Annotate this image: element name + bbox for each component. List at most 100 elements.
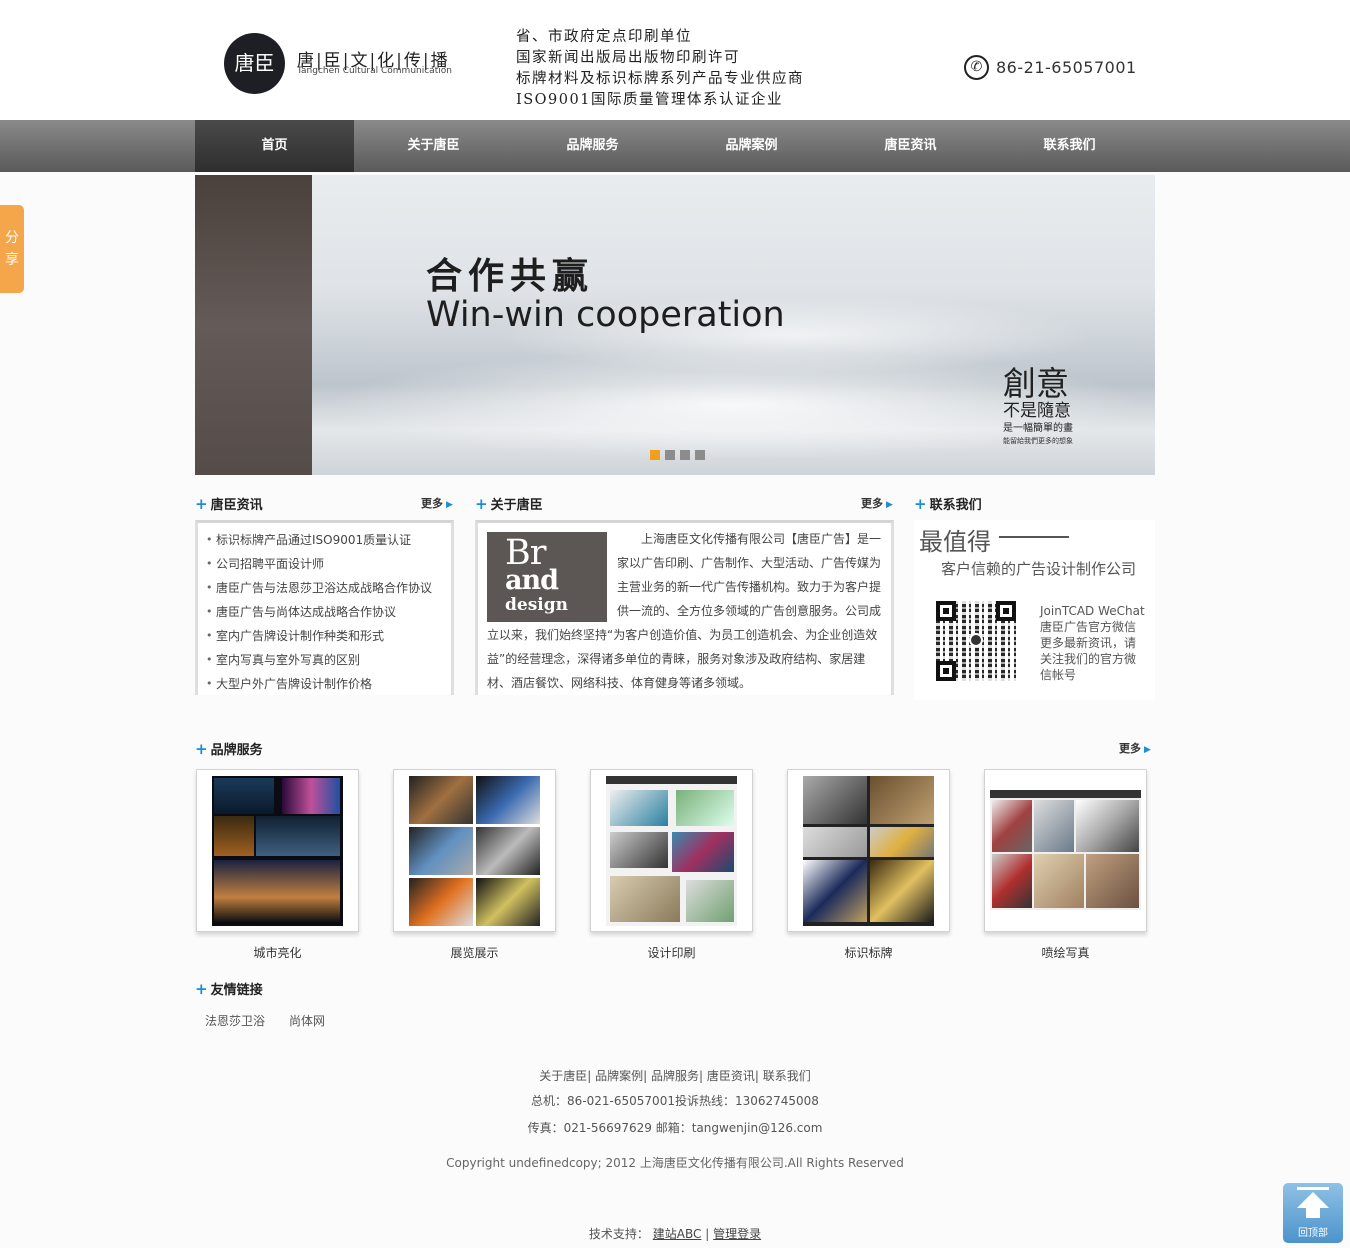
about-section-header: + 关于唐臣 更多 ▶ xyxy=(475,494,895,513)
friend-links-header: + 友情链接 xyxy=(195,979,395,998)
slide-dot[interactable] xyxy=(665,450,675,460)
arrow-up-icon xyxy=(1297,1187,1329,1190)
service-thumb-frame xyxy=(393,769,556,932)
qr-finder xyxy=(996,601,1016,621)
service-thumb-image xyxy=(212,776,343,926)
footer-nav[interactable]: 关于唐臣| 品牌案例| 品牌服务| 唐臣资讯| 联系我们 xyxy=(0,1067,1350,1084)
banner-title-cn: 合作共赢 xyxy=(426,256,595,297)
logo-name-en: Tangchen Cultural Communication xyxy=(297,66,452,76)
slide-dot[interactable] xyxy=(695,450,705,460)
qr-finder xyxy=(936,661,956,681)
slide-indicator xyxy=(650,450,705,460)
about-more-link[interactable]: 更多 ▶ xyxy=(861,495,893,511)
services-more-link[interactable]: 更多 ▶ xyxy=(1119,740,1151,756)
banner-title-en: Win-win cooperation xyxy=(426,295,785,335)
footer-copyright: Copyright undefinedcopy; 2012 上海唐臣文化传播有限… xyxy=(446,1156,904,1170)
admin-login-link[interactable]: 管理登录 xyxy=(713,1227,761,1241)
qr-logo xyxy=(969,633,983,647)
service-thumb-frame xyxy=(590,769,753,932)
contact-panel: 最值得 客户信赖的广告设计制作公司 JoinTCAD WeChat 唐臣广告官方… xyxy=(914,520,1155,700)
news-item[interactable]: 室内广告牌设计制作种类和形式 xyxy=(198,624,451,648)
footer-fax-email: 传真：021-56697629 邮箱：tangwenjin@126.com xyxy=(527,1121,823,1135)
service-card-print[interactable]: 设计印刷 xyxy=(590,769,753,961)
service-card-lighting[interactable]: 城市亮化 xyxy=(196,769,359,961)
service-thumb-image xyxy=(409,776,540,926)
news-item[interactable]: 唐臣广告与法恩莎卫浴达成战略合作协议 xyxy=(198,576,451,600)
nav-about[interactable]: 关于唐臣 xyxy=(354,120,513,172)
arrow-up-icon-stem xyxy=(1306,1206,1320,1218)
back-to-top-button[interactable]: 回顶部 xyxy=(1283,1183,1343,1243)
news-item[interactable]: 公司招聘平面设计师 xyxy=(198,552,451,576)
share-label: 分享 xyxy=(5,230,19,268)
nav-news[interactable]: 唐臣资讯 xyxy=(831,120,990,172)
plus-icon: + xyxy=(195,495,208,513)
share-tab[interactable]: 分享 xyxy=(0,205,24,293)
service-thumb-image xyxy=(990,790,1141,910)
footer-phone: 总机：86-021-65057001投诉热线：13062745008 xyxy=(531,1094,819,1108)
service-thumb-frame xyxy=(787,769,950,932)
slogan-line: ISO9001国际质量管理体系认证企业 xyxy=(516,92,783,108)
tech-support-link[interactable]: 建站ABC xyxy=(653,1227,702,1241)
friend-links-title: + 友情链接 xyxy=(195,980,263,998)
slide-dot[interactable] xyxy=(650,450,660,460)
service-thumb-frame xyxy=(984,769,1147,932)
friend-links: 法恩莎卫浴 尚体网 xyxy=(205,1012,325,1029)
news-section-title: + 唐臣资讯 xyxy=(195,495,263,513)
footer-separator: | xyxy=(705,1227,710,1241)
main-nav: 首页 关于唐臣 品牌服务 品牌案例 唐臣资讯 联系我们 xyxy=(0,120,1350,172)
arrow-right-icon: ▶ xyxy=(886,500,893,510)
divider xyxy=(999,536,1069,538)
banner-side-strip xyxy=(195,175,312,475)
news-more-link[interactable]: 更多 ▶ xyxy=(421,495,453,511)
service-thumb-image xyxy=(803,776,934,926)
friend-link[interactable]: 法恩莎卫浴 xyxy=(205,1012,265,1029)
news-item[interactable]: 标识标牌产品通过ISO9001质量认证 xyxy=(198,528,451,552)
news-item[interactable]: 室内写真与室外写真的区别 xyxy=(198,648,451,672)
contact-subline: 客户信赖的广告设计制作公司 xyxy=(941,560,1137,578)
service-label: 喷绘写真 xyxy=(1041,946,1090,960)
service-card-exhibition[interactable]: 展览展示 xyxy=(393,769,556,961)
service-label: 标识标牌 xyxy=(844,946,893,960)
slogan-line: 省、市政府定点印刷单位 xyxy=(516,29,692,45)
plus-icon: + xyxy=(475,495,488,513)
arrow-right-icon: ▶ xyxy=(1144,745,1151,755)
service-label: 城市亮化 xyxy=(253,946,302,960)
news-section-header: + 唐臣资讯 更多 ▶ xyxy=(195,494,455,513)
banner-creative-tiny: 能留給我們更多的想象 xyxy=(1003,437,1073,445)
banner-creative-mid: 不是隨意 xyxy=(1003,401,1071,421)
site-header: 唐臣 唐|臣|文|化|传|播 Tangchen Cultural Communi… xyxy=(0,0,1350,120)
logo-mark[interactable]: 唐臣 xyxy=(224,33,285,94)
plus-icon: + xyxy=(195,740,208,758)
slogan-line: 国家新闻出版局出版物印刷许可 xyxy=(516,50,740,66)
nav-contact[interactable]: 联系我们 xyxy=(990,120,1149,172)
footer-tech-support: 技术支持： 建站ABC | 管理登录 xyxy=(0,1225,1350,1242)
nav-brand-cases[interactable]: 品牌案例 xyxy=(672,120,831,172)
plus-icon: + xyxy=(195,980,208,998)
hero-banner[interactable]: 合作共赢 Win-win cooperation 創意 不是隨意 是一幅簡單的畫… xyxy=(195,175,1155,475)
nav-home[interactable]: 首页 xyxy=(195,120,354,172)
phone-icon: ✆ xyxy=(964,55,989,80)
news-item[interactable]: 唐臣广告与尚体达成战略合作协议 xyxy=(198,600,451,624)
service-card-signage[interactable]: 标识标牌 xyxy=(787,769,950,961)
service-thumb-frame xyxy=(196,769,359,932)
about-text: 上海唐臣文化传播有限公司【唐臣广告】是一家以广告印刷、广告制作、大型活动、广告传… xyxy=(487,532,882,690)
services-section-title: + 品牌服务 xyxy=(195,740,263,758)
tech-support-label: 技术支持： xyxy=(588,1227,649,1241)
about-panel: Br and design 上海唐臣文化传播有限公司【唐臣广告】是一家以广告印刷… xyxy=(475,520,894,695)
slogan-line: 标牌材料及标识标牌系列产品专业供应商 xyxy=(516,71,804,87)
plus-icon: + xyxy=(914,495,927,513)
news-item[interactable]: 大型户外广告牌设计制作价格 xyxy=(198,672,451,696)
nav-brand-services[interactable]: 品牌服务 xyxy=(513,120,672,172)
service-label: 设计印刷 xyxy=(647,946,696,960)
service-label: 展览展示 xyxy=(450,946,499,960)
friend-link[interactable]: 尚体网 xyxy=(289,1012,325,1029)
contact-section-title: + 联系我们 xyxy=(914,495,982,513)
header-slogan: 省、市政府定点印刷单位 国家新闻出版局出版物印刷许可 标牌材料及标识标牌系列产品… xyxy=(516,27,876,111)
service-thumb-image xyxy=(606,776,737,926)
slide-dot[interactable] xyxy=(680,450,690,460)
qr-finder xyxy=(936,601,956,621)
services-gallery: 城市亮化 展览展示 设计印刷 标识标牌 喷绘写真 xyxy=(195,769,1155,964)
contact-headline: 最值得 xyxy=(919,528,991,556)
services-section-header: + 品牌服务 更多 ▶ xyxy=(195,739,1155,758)
service-card-printing[interactable]: 喷绘写真 xyxy=(984,769,1147,961)
